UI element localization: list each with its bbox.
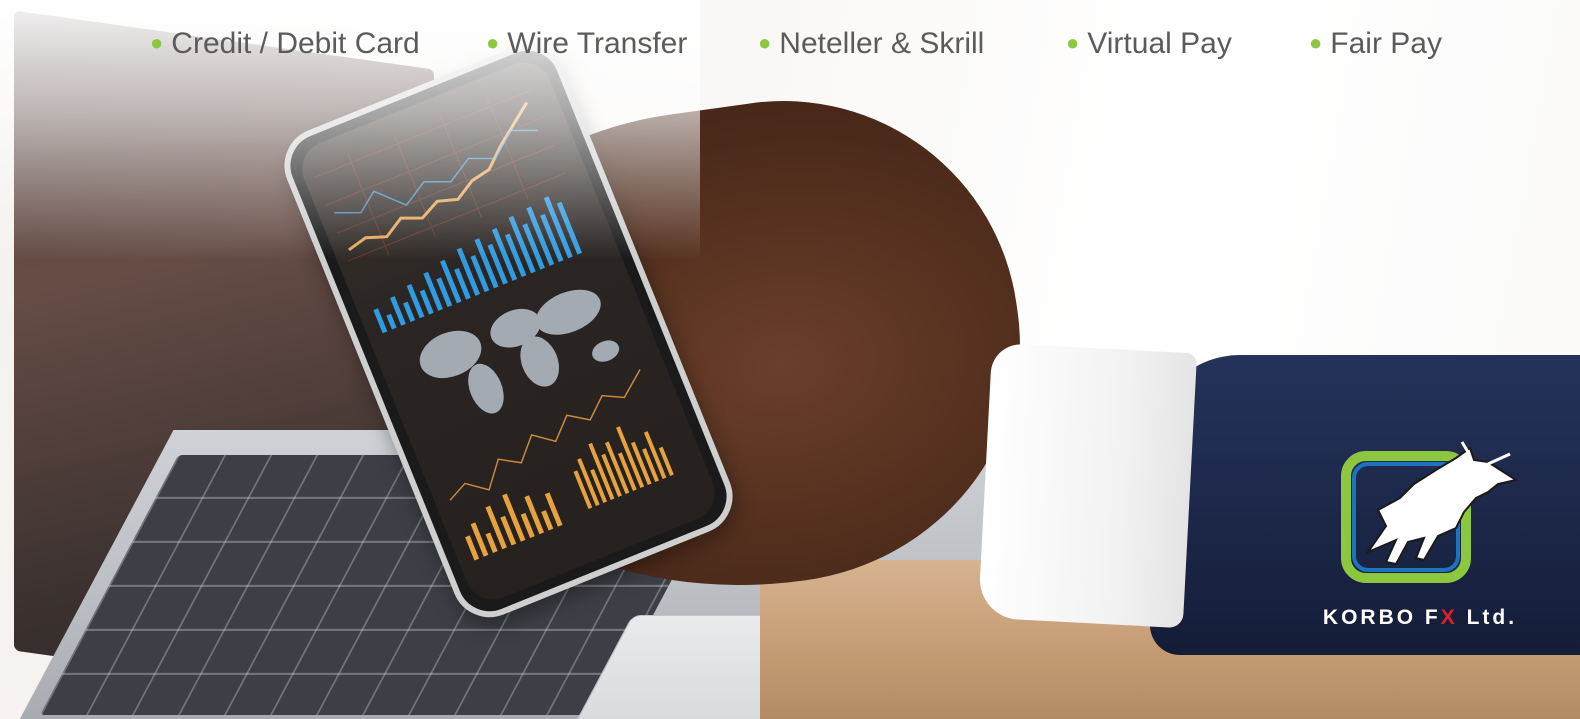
payment-method-label: Fair Pay — [1330, 27, 1442, 60]
payment-method-item: ● Wire Transfer — [486, 22, 687, 64]
charging-bull-icon — [1341, 441, 1519, 583]
payment-method-item: ● Virtual Pay — [1066, 22, 1232, 64]
payment-method-label: Wire Transfer — [507, 27, 688, 60]
bullet-icon: ● — [150, 30, 164, 55]
bullet-icon: ● — [758, 30, 772, 55]
bullet-icon: ● — [1066, 30, 1080, 55]
payment-method-label: Credit / Debit Card — [171, 27, 420, 60]
payment-method-label: Neteller & Skrill — [779, 27, 985, 60]
hero-banner: ● Credit / Debit Card ● Wire Transfer ● Net… — [0, 0, 1580, 719]
bullet-icon: ● — [1309, 30, 1323, 55]
payment-method-item: ● Credit / Debit Card — [150, 22, 420, 64]
brand-name: KORBO FX Ltd. — [1322, 606, 1518, 629]
payment-methods-list: ● Credit / Debit Card ● Wire Transfer ● Net… — [0, 22, 1580, 64]
shirt-cuff — [977, 342, 1198, 629]
payment-method-item: ● Neteller & Skrill — [758, 22, 984, 64]
payment-method-item: ● Fair Pay — [1309, 22, 1442, 64]
bullet-icon: ● — [486, 30, 500, 55]
payment-method-label: Virtual Pay — [1087, 27, 1232, 60]
